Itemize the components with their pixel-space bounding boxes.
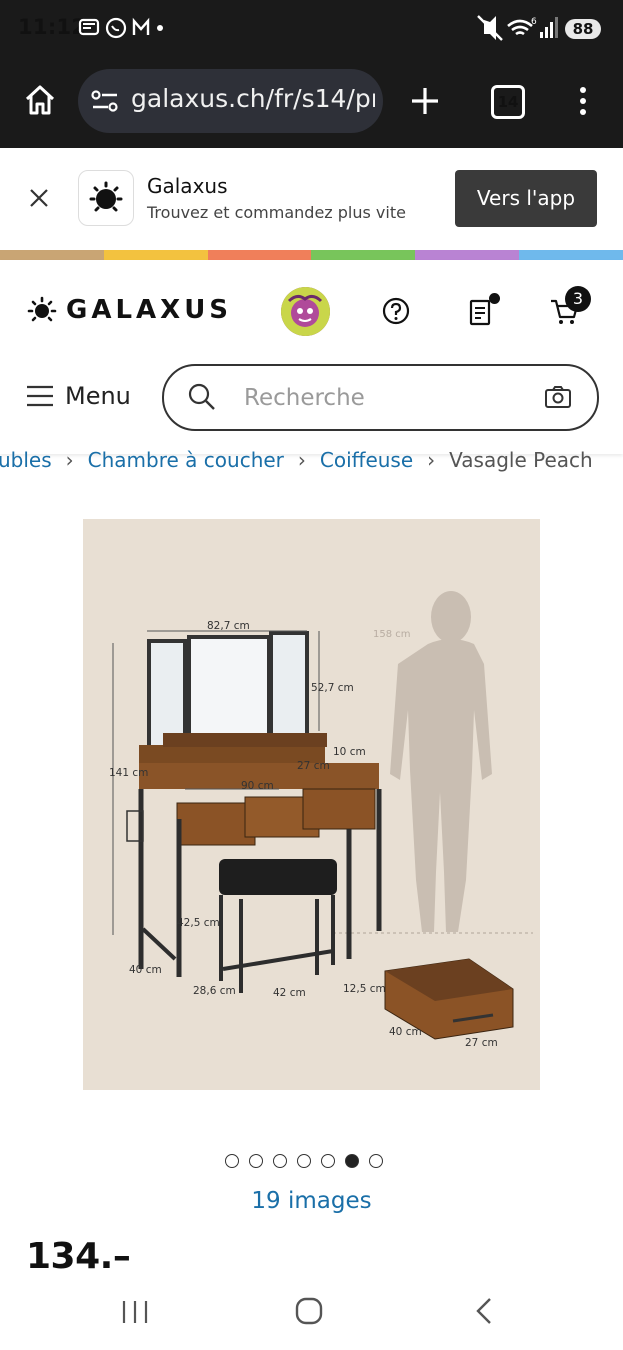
chevron-right-icon: ›	[65, 448, 74, 472]
stripe-segment	[103, 250, 208, 260]
dimension-label: 27 cm	[465, 1037, 498, 1049]
camera-icon[interactable]	[544, 385, 572, 413]
dimension-label: 40 cm	[129, 964, 162, 976]
stool-illustration	[219, 859, 337, 993]
app-icon	[78, 170, 134, 226]
product-image[interactable]: 158 cm 82,7 cm 52,7 cm 10 cm 141 cm 27 c…	[83, 519, 540, 1090]
dimension-label: 141 cm	[109, 767, 148, 779]
app-tagline: Trouvez et commandez plus vite	[147, 203, 406, 222]
carousel-dot[interactable]	[369, 1154, 383, 1168]
dimension-label: 40 cm	[389, 1026, 422, 1038]
open-app-button[interactable]: Vers l'app	[455, 170, 597, 227]
carousel-dot[interactable]	[273, 1154, 287, 1168]
breadcrumb-item[interactable]: Chambre à coucher	[88, 448, 284, 472]
carousel-dot-active[interactable]	[345, 1154, 359, 1168]
dimension-label: 42 cm	[273, 987, 306, 999]
chevron-right-icon: ›	[427, 448, 436, 472]
images-link[interactable]: 19 images	[0, 1188, 623, 1214]
product-price: 134.–	[26, 1236, 131, 1277]
image-carousel-dots	[225, 1154, 383, 1174]
status-time: 11:12	[18, 15, 87, 39]
home-icon[interactable]	[24, 84, 56, 120]
dimension-label: 12,5 cm	[343, 983, 386, 995]
more-options-icon[interactable]	[578, 86, 588, 120]
hamburger-icon[interactable]	[26, 385, 54, 411]
order-list-icon[interactable]	[469, 298, 493, 330]
dimension-label: 42,5 cm	[177, 917, 220, 929]
dimension-label: 90 cm	[241, 780, 274, 792]
stripe-segment	[0, 250, 104, 260]
new-tab-icon[interactable]	[410, 86, 440, 120]
site-settings-icon[interactable]	[91, 89, 119, 117]
carousel-dot[interactable]	[321, 1154, 335, 1168]
avatar[interactable]	[281, 287, 330, 336]
system-status-icons: 6	[476, 14, 564, 47]
recent-apps-icon[interactable]	[121, 1299, 149, 1329]
breadcrumb-item[interactable]: Coiffeuse	[320, 448, 413, 472]
carousel-dot[interactable]	[297, 1154, 311, 1168]
menu-button[interactable]: Menu	[65, 382, 131, 410]
dimension-label: 27 cm	[297, 760, 330, 772]
chevron-right-icon: ›	[297, 448, 306, 472]
battery-indicator: 88	[565, 19, 601, 39]
home-button-icon[interactable]	[295, 1297, 323, 1329]
stripe-segment	[207, 250, 312, 260]
logo-text[interactable]: GALAXUS	[66, 295, 232, 325]
tab-switcher-button[interactable]: 14	[491, 85, 525, 119]
brand-stripe	[0, 250, 623, 260]
help-icon[interactable]	[382, 297, 410, 329]
cart-count-badge: 3	[565, 286, 591, 312]
human-silhouette	[390, 591, 492, 932]
stripe-segment	[311, 250, 416, 260]
stripe-segment	[415, 250, 520, 260]
carousel-dot[interactable]	[249, 1154, 263, 1168]
breadcrumb: ubles › Chambre à coucher › Coiffeuse › Vasagl…	[0, 448, 623, 476]
url-text[interactable]: galaxus.ch/fr/s14/pro	[131, 84, 375, 113]
galaxus-logo-icon[interactable]	[27, 295, 57, 329]
notification-icons	[78, 16, 163, 45]
notification-dot	[489, 293, 500, 304]
dimension-label: 52,7 cm	[311, 682, 354, 694]
search-input[interactable]	[242, 381, 516, 415]
dimension-label: 10 cm	[333, 746, 366, 758]
stripe-segment	[519, 250, 623, 260]
back-icon[interactable]	[474, 1297, 494, 1329]
carousel-dot[interactable]	[225, 1154, 239, 1168]
app-name: Galaxus	[147, 174, 228, 198]
dimension-label: 82,7 cm	[207, 620, 250, 632]
close-icon[interactable]	[29, 188, 49, 212]
search-icon	[188, 383, 216, 415]
svg-text:6: 6	[531, 17, 537, 27]
table-illustration	[126, 733, 382, 977]
dimension-label: 28,6 cm	[193, 985, 236, 997]
search-bar[interactable]	[162, 364, 599, 431]
breadcrumb-item[interactable]: ubles	[0, 448, 52, 472]
dimension-label: 158 cm	[373, 629, 411, 640]
breadcrumb-current: Vasagle Peach	[449, 448, 593, 472]
